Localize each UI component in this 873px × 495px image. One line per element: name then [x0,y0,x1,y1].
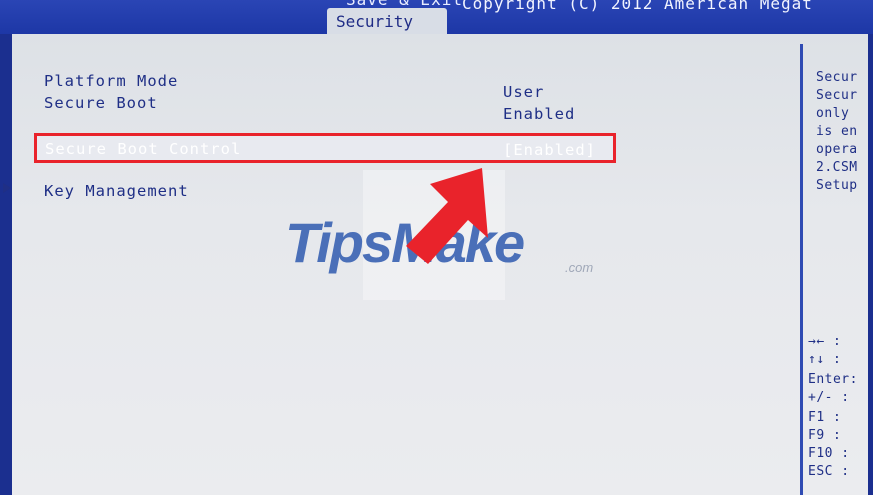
secure-boot-control-row[interactable]: Secure Boot Control [Enabled] [34,133,616,163]
panel-divider [800,44,803,495]
secure-boot-control-label: Secure Boot Control [45,140,242,158]
submenu-arrow-icon [3,183,11,193]
key-line: →← : [808,334,842,349]
help-line: Secur [816,88,858,103]
key-line: Enter: [808,372,858,387]
secure-boot-control-value[interactable]: [Enabled] [503,141,596,159]
platform-mode-value: User [503,83,545,101]
key-line: F1 : [808,410,842,425]
secure-boot-label: Secure Boot [44,94,158,112]
secure-boot-value: Enabled [503,105,576,123]
help-line: Setup [816,178,858,193]
help-line: 2.CSM [816,160,858,175]
watermark-suffix: .com [565,260,594,275]
key-management-item[interactable]: Key Management [44,182,189,200]
red-pointer-arrow-icon [406,168,488,264]
help-line: Secur [816,70,858,85]
key-line: F9 : [808,428,842,443]
key-line: F10 : [808,446,850,461]
key-line: ESC : [808,464,850,479]
help-line: only [816,106,850,121]
help-line: opera [816,142,858,157]
key-line: +/- : [808,390,850,405]
help-line: is en [816,124,858,139]
key-line: ↑↓ : [808,352,842,367]
copyright-text: Copyright (C) 2012 American Megat [462,0,813,13]
top-bar: Save & Exit Security Copyright (C) 2012 … [0,0,873,38]
platform-mode-label: Platform Mode [44,72,179,90]
